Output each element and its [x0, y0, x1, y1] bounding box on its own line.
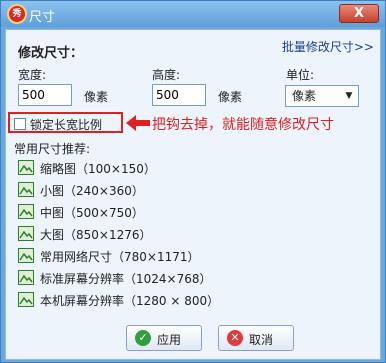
height-unit-label: 像素 — [218, 90, 243, 104]
width-input[interactable] — [18, 84, 72, 106]
annotation-text: 把钩去掉，就能随意修改尺寸 — [152, 117, 334, 133]
lock-ratio-highlight: 锁定长宽比例 — [8, 112, 123, 133]
image-icon — [18, 270, 34, 285]
unit-select[interactable]: 像素 ▼ — [285, 85, 359, 107]
list-item[interactable]: 小图（240×360） — [18, 180, 358, 200]
image-icon — [18, 204, 34, 219]
image-icon — [18, 226, 34, 241]
dialog-window: 秀 尺寸 X 修改尺寸： 批量修改尺寸>> 宽度: 像素 高度: 像素 单位: … — [0, 0, 386, 363]
annotation-arrow-icon — [126, 115, 150, 131]
unit-label: 单位: — [286, 68, 315, 82]
section-title: 修改尺寸： — [18, 46, 84, 61]
apply-button-label: 应用 — [157, 333, 182, 347]
width-label: 宽度: — [18, 68, 47, 82]
preset-label: 小图（240×360） — [40, 184, 144, 198]
preset-label: 大图（850×1276） — [40, 228, 152, 242]
cancel-icon: ✕ — [227, 330, 243, 346]
batch-resize-link[interactable]: 批量修改尺寸>> — [282, 38, 374, 55]
check-icon: ✓ — [135, 330, 151, 346]
list-item[interactable]: 标准屏幕分辨率（1024×768） — [18, 268, 358, 288]
image-icon — [18, 182, 34, 197]
preset-label: 常用网络尺寸（780×1171） — [40, 250, 200, 264]
preset-label: 缩略图（100×150） — [40, 162, 156, 176]
image-icon — [18, 292, 34, 307]
close-button[interactable]: X — [339, 4, 379, 23]
lock-ratio-label[interactable]: 锁定长宽比例 — [30, 116, 102, 133]
title-bar[interactable]: 秀 尺寸 X — [1, 1, 385, 27]
list-item[interactable]: 本机屏幕分辨率（1280 × 800） — [18, 290, 358, 310]
image-icon — [18, 160, 34, 175]
chevron-down-icon: ▼ — [345, 91, 353, 101]
dialog-body: 修改尺寸： 批量修改尺寸>> 宽度: 像素 高度: 像素 单位: 像素 ▼ 锁定… — [5, 29, 381, 360]
unit-select-value: 像素 — [292, 89, 317, 103]
list-item[interactable]: 缩略图（100×150） — [18, 158, 358, 178]
lock-ratio-checkbox[interactable] — [14, 118, 26, 130]
height-input[interactable] — [152, 84, 206, 106]
list-item[interactable]: 中图（500×750） — [18, 202, 358, 222]
preset-label: 中图（500×750） — [40, 206, 144, 220]
width-unit-label: 像素 — [84, 90, 109, 104]
image-icon — [18, 248, 34, 263]
app-logo-icon: 秀 — [7, 4, 27, 24]
list-item[interactable]: 常用网络尺寸（780×1171） — [18, 246, 358, 266]
apply-button[interactable]: ✓ 应用 — [126, 325, 202, 351]
window-title: 尺寸 — [29, 10, 56, 25]
preset-label: 本机屏幕分辨率（1280 × 800） — [40, 294, 220, 308]
height-label: 高度: — [152, 68, 181, 82]
list-item[interactable]: 大图（850×1276） — [18, 224, 358, 244]
cancel-button-label: 取消 — [249, 333, 274, 347]
presets-header: 常用尺寸推荐: — [14, 142, 91, 156]
cancel-button[interactable]: ✕ 取消 — [218, 325, 294, 351]
preset-label: 标准屏幕分辨率（1024×768） — [40, 272, 212, 286]
